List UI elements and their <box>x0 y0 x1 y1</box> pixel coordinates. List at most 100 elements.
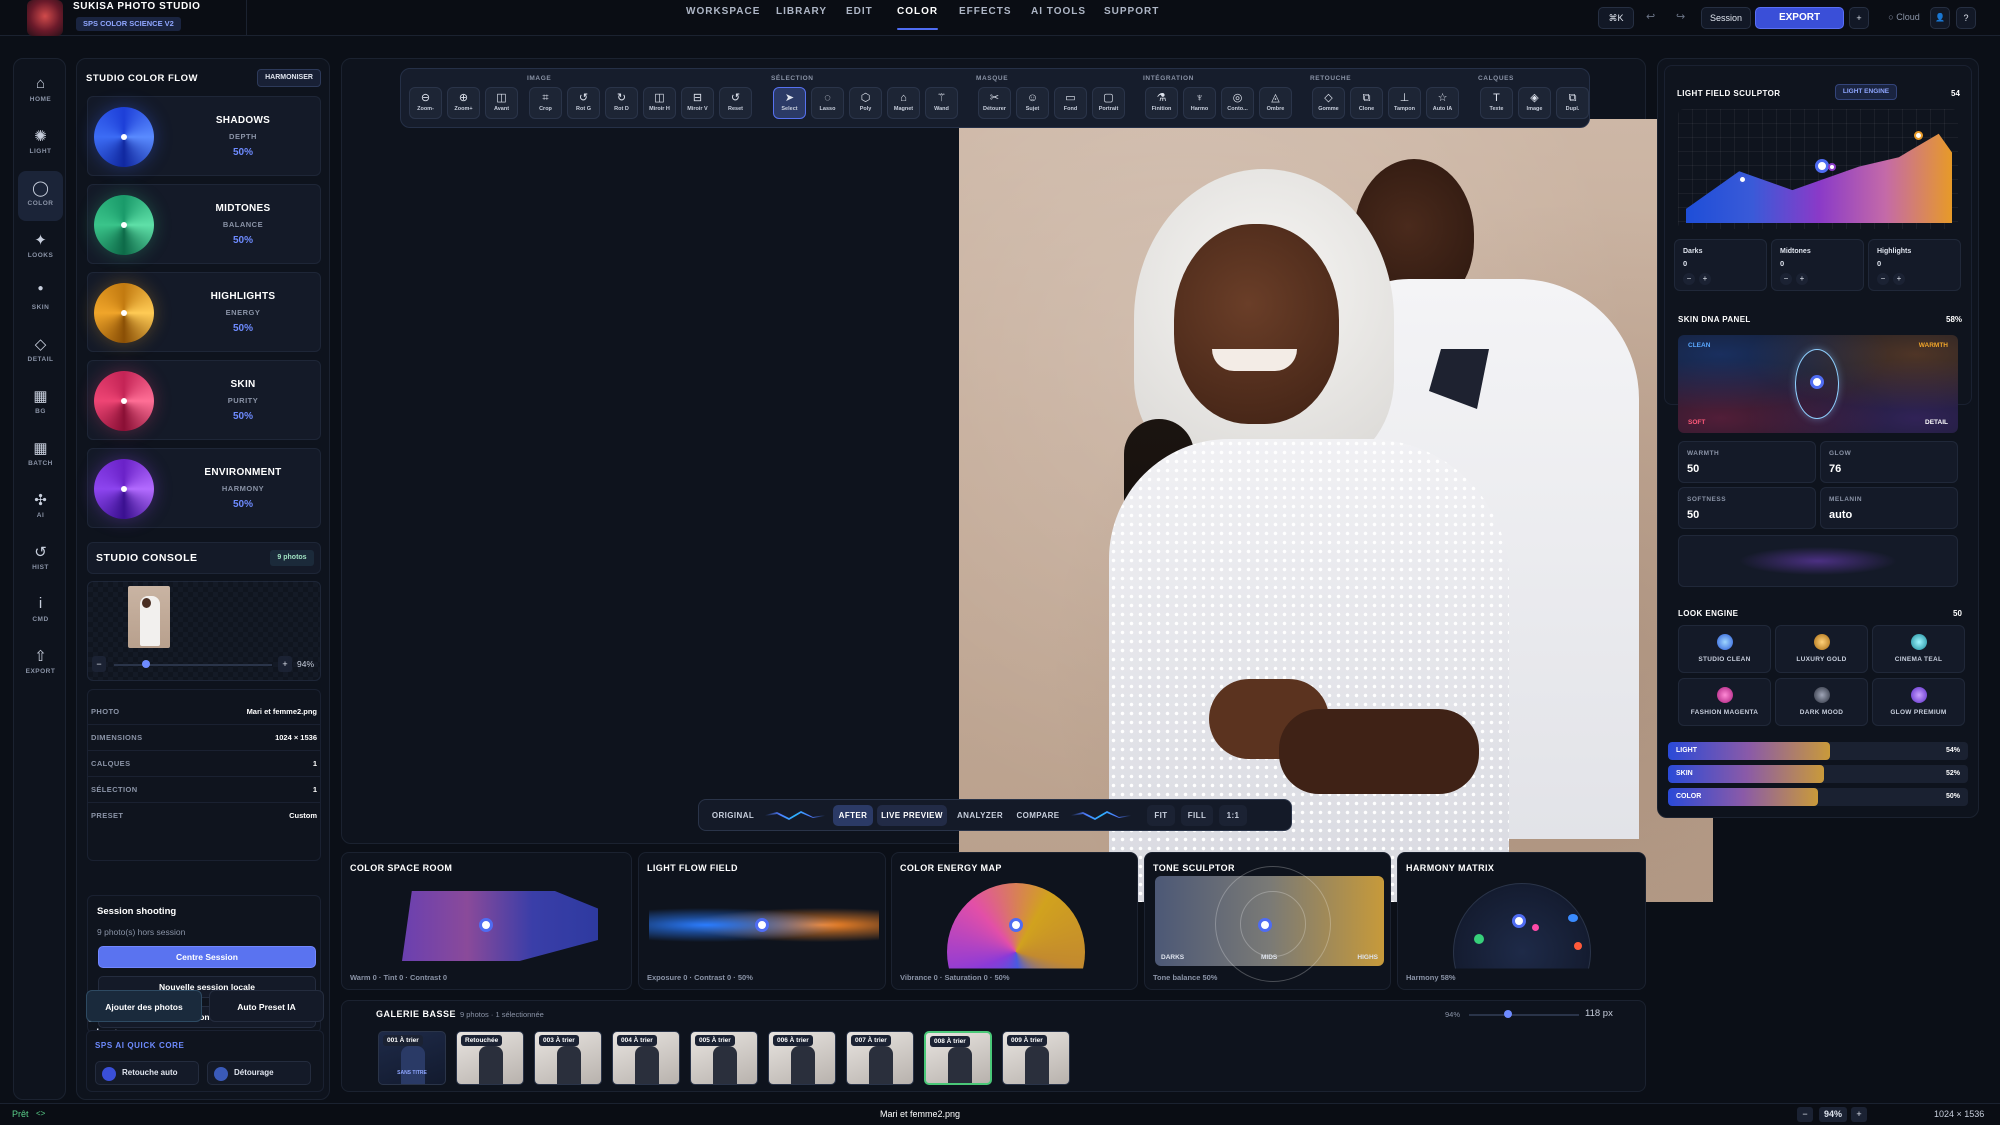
thumb-size-knob[interactable] <box>1503 1010 1512 1018</box>
gallery-thumb[interactable]: Retouchée <box>456 1031 524 1085</box>
rail-export[interactable]: ⇧ EXPORT <box>14 639 67 689</box>
main-photo[interactable] <box>959 119 1713 902</box>
harmony-handle[interactable] <box>1512 914 1526 928</box>
add-photos-btn[interactable]: Ajouter des photos <box>86 990 202 1022</box>
color-space-handle[interactable] <box>479 918 493 932</box>
help-button[interactable]: ? <box>1956 7 1976 29</box>
skin-orb[interactable] <box>94 371 154 431</box>
look-fashion-magenta[interactable]: FASHION MAGENTA <box>1678 678 1771 726</box>
harmony-point[interactable] <box>1568 914 1578 922</box>
one-to-one-button[interactable]: 1:1 <box>1219 805 1247 826</box>
rail-light[interactable]: ✺ LIGHT <box>14 119 67 169</box>
fit-button[interactable]: FIT <box>1147 805 1175 826</box>
gallery-thumb[interactable]: 001 À trier SANS TITRE <box>378 1031 446 1085</box>
original-button[interactable]: ORIGINAL <box>707 805 759 826</box>
curve-point-mids[interactable] <box>1815 159 1829 173</box>
gallery-thumb[interactable]: 003 À trier <box>534 1031 602 1085</box>
tool-ombre[interactable]: ◬ Ombre <box>1259 87 1292 119</box>
status-zoom-minus[interactable]: − <box>1797 1107 1813 1122</box>
gallery-thumb[interactable]: 006 À trier <box>768 1031 836 1085</box>
tool-tampon[interactable]: ⊥ Tampon <box>1388 87 1421 119</box>
undo-icon[interactable]: ↩ <box>1646 10 1655 23</box>
curve-point-darks[interactable] <box>1738 175 1747 184</box>
tone-handle[interactable] <box>1258 918 1272 932</box>
skin-dna-handle[interactable] <box>1810 375 1824 389</box>
status-zoom-plus[interactable]: + <box>1851 1107 1867 1122</box>
analyzer-button[interactable]: ANALYZER <box>953 805 1007 826</box>
rail-looks[interactable]: ✦ LOOKS <box>14 223 67 273</box>
flow-highlights[interactable]: HIGHLIGHTS ENERGY 50% <box>87 272 321 352</box>
redo-icon[interactable]: ↪ <box>1676 10 1685 23</box>
tool-sujet[interactable]: ☺ Sujet <box>1016 87 1049 119</box>
look-dark-mood[interactable]: DARK MOOD <box>1775 678 1868 726</box>
rail-color[interactable]: ◯ COLOR <box>18 171 63 221</box>
color-space-shape[interactable] <box>402 891 598 961</box>
console-thumbnail[interactable] <box>128 586 170 648</box>
tool-gomme[interactable]: ◇ Gomme <box>1312 87 1345 119</box>
harmoniser-button[interactable]: HARMONISER <box>257 69 321 87</box>
rail-home[interactable]: ⌂ HOME <box>14 67 67 117</box>
tool-image[interactable]: ◈ Image <box>1518 87 1551 119</box>
midtones-minus[interactable]: − <box>1780 273 1792 285</box>
tool-crop[interactable]: ⌗ Crop <box>529 87 562 119</box>
tool-zoom[interactable]: ⊖ Zoom- <box>409 87 442 119</box>
cloud-button[interactable]: ○ Cloud <box>1874 7 1934 29</box>
tool-reset[interactable]: ↺ Reset <box>719 87 752 119</box>
tool-magnet[interactable]: ⌂ Magnet <box>887 87 920 119</box>
compare-button[interactable]: COMPARE <box>1011 805 1065 826</box>
light-engine-badge[interactable]: LIGHT ENGINE <box>1835 84 1897 100</box>
color-energy-handle[interactable] <box>1009 918 1023 932</box>
gallery-thumb[interactable]: 004 À trier <box>612 1031 680 1085</box>
tool-zoom[interactable]: ⊕ Zoom+ <box>447 87 480 119</box>
tool-lasso[interactable]: ◌ Lasso <box>811 87 844 119</box>
thumb-size-slider[interactable] <box>1469 1010 1579 1018</box>
live-preview-button[interactable]: LIVE PREVIEW <box>877 805 947 826</box>
code-icon[interactable]: <> <box>36 1109 45 1118</box>
command-palette-button[interactable]: ⌘K <box>1598 7 1634 29</box>
retouche-auto-button[interactable]: Retouche auto <box>95 1061 199 1085</box>
look-luxury-gold[interactable]: LUXURY GOLD <box>1775 625 1868 673</box>
console-zoom-minus[interactable]: − <box>92 656 106 672</box>
fill-button[interactable]: FILL <box>1181 805 1213 826</box>
flow-shadows[interactable]: SHADOWS DEPTH 50% <box>87 96 321 176</box>
harmony-point[interactable] <box>1574 942 1582 950</box>
shadows-orb[interactable] <box>94 107 154 167</box>
nav-library[interactable]: LIBRARY <box>776 0 827 36</box>
rail-cmd[interactable]: i CMD <box>14 587 67 637</box>
tool-fond[interactable]: ▭ Fond <box>1054 87 1087 119</box>
tool-auto-ia[interactable]: ☆ Auto IA <box>1426 87 1459 119</box>
app-logo[interactable] <box>27 0 63 36</box>
nav-support[interactable]: SUPPORT <box>1104 0 1159 36</box>
harmony-point[interactable] <box>1532 924 1539 931</box>
flow-skin[interactable]: SKIN PURITY 50% <box>87 360 321 440</box>
rail-detail[interactable]: ◇ DETAIL <box>14 327 67 377</box>
tool-clone[interactable]: ⧉ Clone <box>1350 87 1383 119</box>
tool-harmo[interactable]: ♆ Harmo <box>1183 87 1216 119</box>
look-glow-premium[interactable]: GLOW PREMIUM <box>1872 678 1965 726</box>
console-zoom-plus[interactable]: + <box>278 656 292 672</box>
add-button[interactable]: + <box>1849 7 1869 29</box>
tool-conto[interactable]: ◎ Conto... <box>1221 87 1254 119</box>
tool-avant[interactable]: ◫ Avant <box>485 87 518 119</box>
gallery-thumb[interactable]: 008 À trier <box>924 1031 992 1085</box>
rail-ai[interactable]: ✣ AI <box>14 483 67 533</box>
flow-environment[interactable]: ENVIRONMENT HARMONY 50% <box>87 448 321 528</box>
look-studio-clean[interactable]: STUDIO CLEAN <box>1678 625 1771 673</box>
harmony-point[interactable] <box>1474 934 1484 944</box>
tool-rot-g[interactable]: ↺ Rot G <box>567 87 600 119</box>
gallery-thumb[interactable]: 007 À trier <box>846 1031 914 1085</box>
rail-bg[interactable]: ▦ BG <box>14 379 67 429</box>
tool-finition[interactable]: ⚗ Finition <box>1145 87 1178 119</box>
rail-skin[interactable]: ● SKIN <box>14 275 67 325</box>
midtones-orb[interactable] <box>94 195 154 255</box>
tool-texte[interactable]: T Texte <box>1480 87 1513 119</box>
light-field-graph[interactable] <box>1678 109 1958 229</box>
after-button[interactable]: AFTER <box>833 805 873 826</box>
tool-rot-d[interactable]: ↻ Rot D <box>605 87 638 119</box>
tool-miroir-h[interactable]: ◫ Miroir H <box>643 87 676 119</box>
auto-preset-button[interactable]: Auto Preset IA <box>209 990 324 1022</box>
console-zoom-slider[interactable] <box>114 660 272 668</box>
nav-edit[interactable]: EDIT <box>846 0 873 36</box>
highlights-minus[interactable]: − <box>1877 273 1889 285</box>
highlights-plus[interactable]: + <box>1893 273 1905 285</box>
